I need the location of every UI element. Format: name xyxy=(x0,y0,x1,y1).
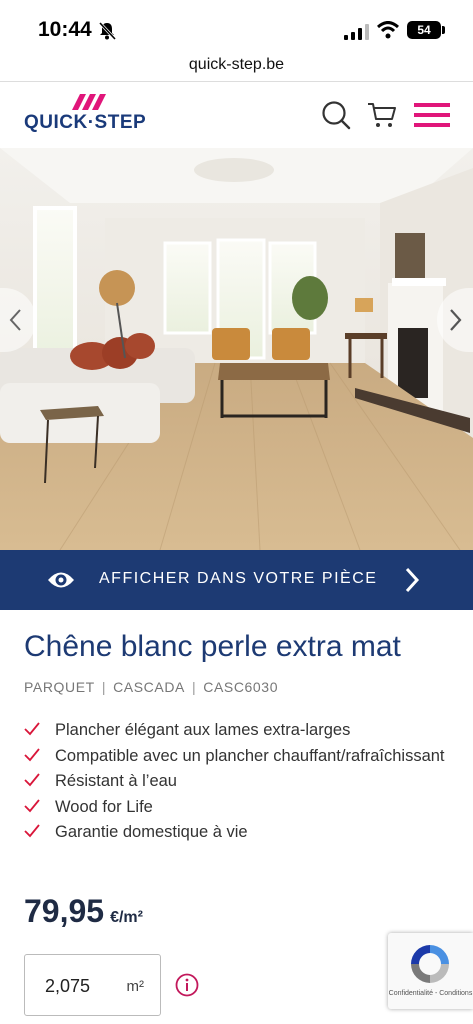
price-unit: €/m² xyxy=(110,909,143,926)
cellular-signal-icon xyxy=(344,24,369,40)
breadcrumb-collection: CASCADA xyxy=(113,679,185,695)
check-icon xyxy=(24,824,40,838)
hamburger-menu-icon[interactable] xyxy=(414,100,450,130)
product-price: 79,95 €/m² xyxy=(24,893,143,930)
feature-text: Résistant à l’eau xyxy=(55,772,177,790)
chevron-left-icon xyxy=(9,309,21,331)
battery-indicator: 54 xyxy=(407,21,441,39)
breadcrumb-separator: | xyxy=(191,679,197,695)
quantity-unit: m² xyxy=(126,978,145,995)
logo-wordmark: QUICK·STEP xyxy=(24,112,147,133)
view-in-room-label: AFFICHER DANS VOTRE PIÈCE xyxy=(99,570,378,587)
check-icon xyxy=(24,747,40,761)
logo-slashes-icon xyxy=(72,94,106,110)
feature-text: Wood for Life xyxy=(55,797,153,816)
feature-text: Plancher élégant aux lames extra-larges xyxy=(55,721,351,739)
site-header: QUICK·STEP xyxy=(0,82,473,148)
breadcrumb-sku: CASC6030 xyxy=(203,679,279,695)
info-icon[interactable] xyxy=(175,973,199,997)
feature-item: Wood for Life xyxy=(24,795,454,821)
quantity-input[interactable]: 2,075 m² xyxy=(24,954,161,1016)
price-amount: 79,95 xyxy=(24,893,105,929)
recaptcha-links[interactable]: Confidentialité - Conditions xyxy=(388,990,473,997)
breadcrumb-category: PARQUET xyxy=(24,679,95,695)
product-breadcrumb: PARQUET | CASCADA | CASC6030 xyxy=(24,679,278,695)
recaptcha-icon xyxy=(411,945,449,983)
breadcrumb-separator: | xyxy=(101,679,107,695)
check-icon xyxy=(24,722,40,736)
quick-step-logo[interactable]: QUICK·STEP xyxy=(24,94,154,138)
search-icon[interactable] xyxy=(321,100,351,130)
status-bar: 10:44 54 xyxy=(0,0,473,52)
chevron-right-icon xyxy=(405,567,420,593)
feature-item: Résistant à l’eau xyxy=(24,769,454,795)
status-time: 10:44 xyxy=(38,18,92,41)
feature-list: Plancher élégant aux lames extra-larges … xyxy=(24,718,454,846)
cart-icon[interactable] xyxy=(367,100,397,130)
feature-text: Compatible avec un plancher chauffant/ra… xyxy=(55,746,445,765)
view-in-room-button[interactable]: AFFICHER DANS VOTRE PIÈCE xyxy=(0,550,473,610)
recaptcha-badge[interactable]: Confidentialité - Conditions xyxy=(388,933,473,1009)
chevron-right-icon xyxy=(450,309,462,331)
battery-tip xyxy=(442,26,445,34)
address-bar[interactable]: quick-step.be xyxy=(0,52,473,82)
check-icon xyxy=(24,798,40,812)
quantity-value[interactable]: 2,075 xyxy=(45,976,90,997)
wifi-icon xyxy=(377,21,399,39)
product-hero-image[interactable] xyxy=(0,148,473,550)
living-room-illustration xyxy=(0,148,473,550)
feature-item: Plancher élégant aux lames extra-larges xyxy=(24,718,454,744)
check-icon xyxy=(24,773,40,787)
feature-item: Compatible avec un plancher chauffant/ra… xyxy=(24,744,454,770)
feature-item: Garantie domestique à vie xyxy=(24,820,454,846)
feature-text: Garantie domestique à vie xyxy=(55,823,248,841)
bell-muted-icon xyxy=(98,21,117,41)
eye-icon xyxy=(48,572,74,588)
product-title: Chêne blanc perle extra mat xyxy=(24,630,401,663)
